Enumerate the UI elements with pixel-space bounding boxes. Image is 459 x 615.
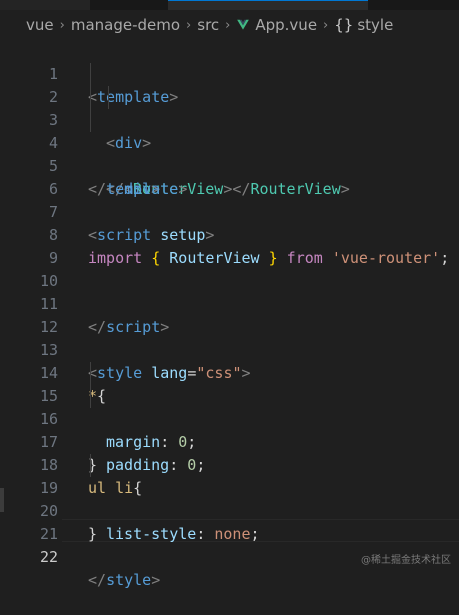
line-content: </style> [88,569,160,592]
tab-previous[interactable] [0,0,90,10]
breadcrumb-item-manage-demo[interactable]: manage-demo [71,16,180,34]
token: style [106,571,152,589]
code-line: 7 <script setup> [0,178,459,244]
indent-guide [90,385,91,408]
chevron-right-icon: › [59,17,65,33]
watermark: @稀土掘金技术社区 [361,555,451,566]
code-line: 11 </script> [0,270,459,336]
indent-guide [90,362,91,385]
code-line: 13 <style lang="css"> [0,316,459,382]
code-line: 5 </template> [0,132,459,198]
code-line: 10 [0,247,459,290]
chevron-right-icon: › [323,17,329,33]
indent-guide [108,86,109,109]
braces-icon: {} [334,16,354,34]
breadcrumb-item-app-vue[interactable]: App.vue [255,16,317,34]
token: </ [88,571,107,589]
indent-guide [90,86,91,109]
code-line: 16 padding: 0; [0,385,459,474]
vue-file-icon [237,19,250,30]
code-line: 19 list-style: none; [0,454,459,543]
code-line: 9 [0,224,459,267]
tab-active-app-vue[interactable] [168,0,368,10]
code-line: 12 [0,293,459,336]
code-line: 15 margin: 0; [0,362,459,451]
code-line: 1 <template> [0,40,459,106]
code-line: 2 <div> [0,63,459,152]
code-line: 22 </style> [0,523,459,589]
indent-guide [90,109,91,132]
code-line: 21 [0,500,459,543]
code-line: 6 [0,155,459,198]
code-editor[interactable]: 1 <template> 2 <div> 3 <RouterView></Rou… [0,40,459,589]
code-line: 18 ul li{ [0,431,459,497]
line-number-current: 22 [39,548,58,566]
breadcrumb-item-style[interactable]: style [357,16,393,34]
code-line: 3 <RouterView></RouterView> [0,86,459,198]
code-line: 20 } [0,477,459,543]
code-line: 4 </div> [0,109,459,198]
indent-guide [90,454,91,477]
indent-guide [90,63,91,86]
breadcrumb: vue › manage-demo › src › App.vue › {} s… [0,10,459,40]
chevron-right-icon: › [186,17,192,33]
editor-tab-strip [0,0,459,10]
code-line: 14 *{ [0,339,459,405]
code-line: 8 import { RouterView } from 'vue-router… [0,201,459,267]
breadcrumb-item-src[interactable]: src [197,16,219,34]
token: > [151,571,161,589]
breadcrumb-item-vue[interactable]: vue [26,16,54,34]
code-line: 17 } [0,408,459,474]
chevron-right-icon: › [225,17,231,33]
